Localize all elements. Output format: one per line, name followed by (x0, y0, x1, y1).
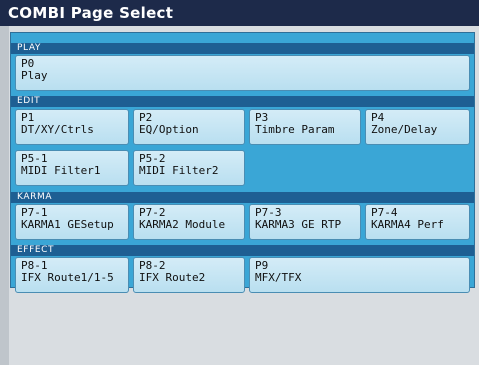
section-header-karma: KARMA (11, 192, 474, 203)
page-name: Play (21, 69, 48, 82)
page-name: MIDI Filter1 (21, 164, 101, 177)
page-button-p7-1[interactable]: P7-1 KARMA1 GESetup (15, 204, 129, 240)
page-button-p7-3[interactable]: P7-3 KARMA3 GE RTP (249, 204, 361, 240)
page-name: KARMA3 GE RTP (255, 218, 342, 231)
page-button-p5-2[interactable]: P5-2 MIDI Filter2 (133, 150, 245, 186)
page-select-panel: PLAY P0 Play EDIT P1 DT/XY/Ctrls P2 EQ/O… (10, 32, 475, 293)
page-code: P0 (21, 57, 35, 70)
section-header-effect: EFFECT (11, 245, 474, 256)
page-button-p7-2[interactable]: P7-2 KARMA2 Module (133, 204, 245, 240)
page-title: COMBI Page Select (0, 0, 479, 26)
page-name: DT/XY/Ctrls (21, 123, 94, 136)
page-button-p1[interactable]: P1 DT/XY/Ctrls (15, 109, 129, 145)
page-button-p2[interactable]: P2 EQ/Option (133, 109, 245, 145)
page-button-p7-4[interactable]: P7-4 KARMA4 Perf (365, 204, 470, 240)
page-button-p4[interactable]: P4 Zone/Delay (365, 109, 470, 145)
page-button-p5-1[interactable]: P5-1 MIDI Filter1 (15, 150, 129, 186)
page-name: IFX Route2 (139, 271, 206, 284)
page-button-p3[interactable]: P3 Timbre Param (249, 109, 361, 145)
page-name: Zone/Delay (371, 123, 438, 136)
page-button-p8-1[interactable]: P8-1 IFX Route1/1-5 (15, 257, 129, 293)
page-button-p9[interactable]: P9 MFX/TFX (249, 257, 470, 293)
section-header-play: PLAY (11, 43, 474, 54)
page-name: Timbre Param (255, 123, 335, 136)
page-name: KARMA4 Perf (371, 218, 444, 231)
page-name: MIDI Filter2 (139, 164, 219, 177)
page-button-p0[interactable]: P0 Play (15, 55, 470, 91)
page-name: KARMA2 Module (139, 218, 226, 231)
page-name: KARMA1 GESetup (21, 218, 114, 231)
page-name: IFX Route1/1-5 (21, 271, 114, 284)
page-name: EQ/Option (139, 123, 199, 136)
page-button-p8-2[interactable]: P8-2 IFX Route2 (133, 257, 245, 293)
section-header-edit: EDIT (11, 96, 474, 107)
page-name: MFX/TFX (255, 271, 302, 284)
